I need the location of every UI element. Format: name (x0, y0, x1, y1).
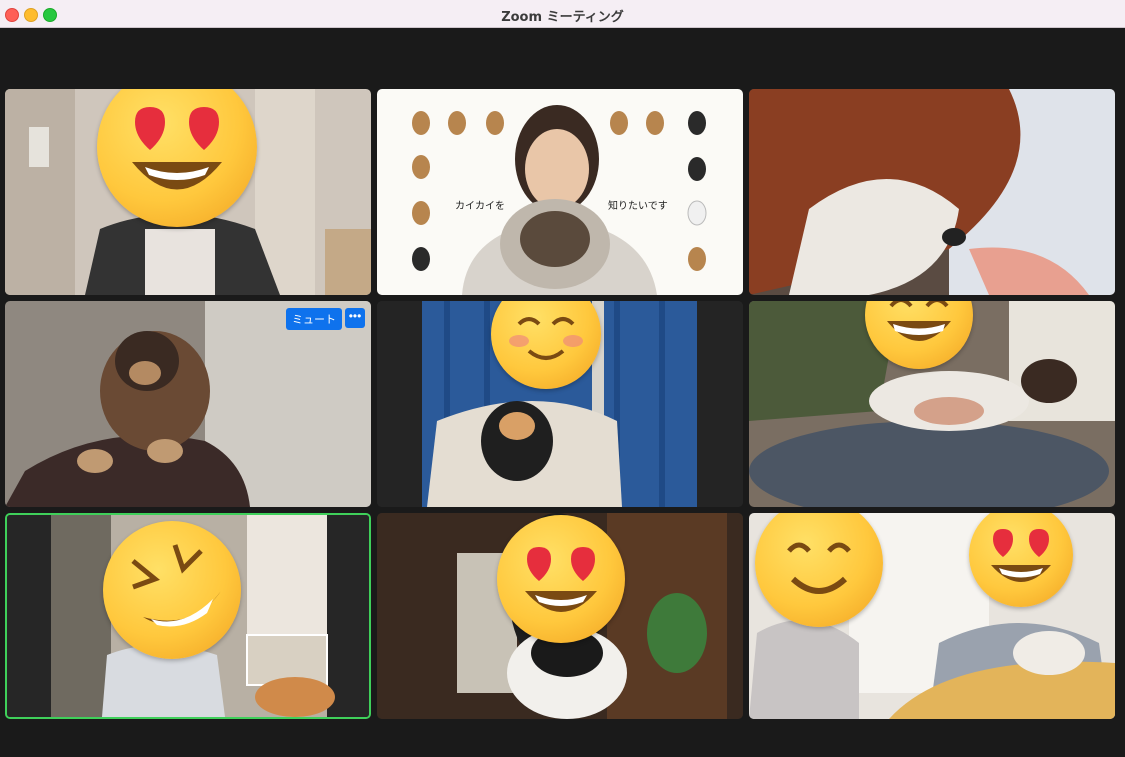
grinning-icon (887, 301, 951, 341)
heart-eyes-emoji (497, 515, 625, 643)
slide-caption-left: カイカイを (455, 201, 505, 212)
participant-video-tile[interactable] (749, 513, 1115, 719)
grinning-emoji (865, 301, 973, 369)
smiling-eyes-emoji (755, 513, 883, 627)
slide-caption-right: 知りたいです (608, 201, 668, 212)
heart-eyes-emoji (97, 89, 257, 227)
participant-video-tile[interactable]: カイカイを 知りたいです (377, 89, 743, 295)
video-gallery: カイカイを 知りたいです ミュート ••• (0, 28, 1125, 757)
more-options-button[interactable]: ••• (345, 308, 365, 328)
participant-video-tile[interactable] (749, 301, 1115, 507)
video-feed (377, 89, 743, 295)
window-titlebar: Zoom ミーティング (0, 0, 1125, 28)
video-feed (749, 89, 1115, 295)
participant-video-tile[interactable] (377, 513, 743, 719)
participant-video-tile[interactable] (377, 301, 743, 507)
heart-eyes-emoji (969, 513, 1073, 607)
participant-video-tile[interactable] (749, 89, 1115, 295)
heart-eyes-icon (991, 529, 1051, 582)
heart-eyes-icon (525, 547, 597, 612)
video-feed (5, 301, 371, 507)
heart-eyes-icon (132, 107, 222, 190)
participant-video-tile[interactable] (5, 89, 371, 295)
participant-video-tile[interactable]: ミュート ••• (5, 301, 371, 507)
rolling-laughing-icon (131, 544, 221, 627)
smiling-blush-icon (509, 317, 583, 360)
smiling-eyes-icon (787, 542, 851, 594)
participant-video-tile-active-speaker[interactable] (5, 513, 371, 719)
rolling-laughing-emoji (103, 521, 241, 659)
smiling-blush-emoji (491, 301, 601, 389)
mute-participant-button[interactable]: ミュート (286, 308, 342, 330)
window-title: Zoom ミーティング (501, 10, 624, 25)
